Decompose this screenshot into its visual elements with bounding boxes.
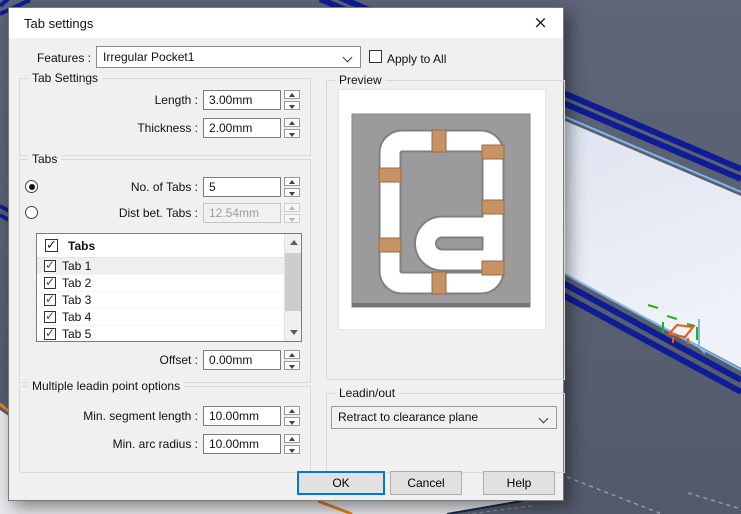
dialog-title: Tab settings bbox=[9, 16, 93, 31]
tab3-label: Tab 3 bbox=[62, 293, 91, 307]
min-arc-spinner bbox=[284, 434, 300, 454]
tab5-label: Tab 5 bbox=[62, 327, 91, 341]
preview-group-title: Preview bbox=[335, 73, 386, 87]
spin-down-icon bbox=[284, 214, 300, 223]
spin-up-icon[interactable] bbox=[284, 90, 300, 99]
tabs-header-label: Tabs bbox=[68, 239, 95, 253]
tabs-list-header: Tabs bbox=[37, 234, 301, 258]
offset-spinner bbox=[284, 350, 300, 370]
spin-down-icon[interactable] bbox=[284, 101, 300, 110]
no-of-tabs-input[interactable]: 5 bbox=[203, 177, 281, 197]
spin-up-icon bbox=[284, 203, 300, 212]
list-item[interactable]: Tab 4 bbox=[37, 309, 301, 326]
tab4-checkbox[interactable] bbox=[44, 311, 56, 323]
tabs-list-scrollbar[interactable] bbox=[284, 234, 301, 341]
tab1-label: Tab 1 bbox=[62, 259, 91, 273]
tab3-checkbox[interactable] bbox=[44, 294, 56, 306]
tab1-checkbox[interactable] bbox=[44, 260, 56, 272]
list-item[interactable]: Tab 1 bbox=[37, 258, 301, 275]
no-of-tabs-radio[interactable] bbox=[25, 180, 38, 193]
min-segment-spinner bbox=[284, 406, 300, 426]
close-icon[interactable]: × bbox=[518, 8, 563, 38]
spin-up-icon[interactable] bbox=[284, 434, 300, 443]
spin-up-icon[interactable] bbox=[284, 406, 300, 415]
features-value: Irregular Pocket1 bbox=[103, 50, 194, 64]
list-item[interactable]: Tab 3 bbox=[37, 292, 301, 309]
length-label: Length : bbox=[69, 90, 198, 110]
dialog-titlebar[interactable]: Tab settings × bbox=[9, 8, 563, 38]
list-item[interactable]: Tab 5 bbox=[37, 326, 301, 342]
spin-down-icon[interactable] bbox=[284, 445, 300, 454]
dist-bet-tabs-spinner bbox=[284, 203, 300, 223]
tabs-group-title: Tabs bbox=[28, 152, 61, 166]
leadin-out-combobox[interactable]: Retract to clearance plane bbox=[331, 406, 557, 429]
ok-button[interactable]: OK bbox=[297, 471, 385, 495]
spin-down-icon[interactable] bbox=[284, 129, 300, 138]
tab2-checkbox[interactable] bbox=[44, 277, 56, 289]
tab5-checkbox[interactable] bbox=[44, 328, 56, 340]
no-of-tabs-label: No. of Tabs : bbox=[69, 177, 198, 197]
tab-settings-dialog: Tab settings × Features : Irregular Pock… bbox=[8, 7, 564, 501]
scroll-up-icon[interactable] bbox=[285, 234, 302, 251]
length-input[interactable]: 3.00mm bbox=[203, 90, 281, 110]
length-spinner bbox=[284, 90, 300, 110]
scroll-down-icon[interactable] bbox=[285, 324, 302, 341]
help-button[interactable]: Help bbox=[483, 471, 555, 495]
thickness-input[interactable]: 2.00mm bbox=[203, 118, 281, 138]
spin-down-icon[interactable] bbox=[284, 417, 300, 426]
leadin-out-value: Retract to clearance plane bbox=[338, 410, 478, 424]
spin-down-icon[interactable] bbox=[284, 361, 300, 370]
leadin-out-title: Leadin/out bbox=[335, 386, 399, 400]
tab4-label: Tab 4 bbox=[62, 310, 91, 324]
spin-up-icon[interactable] bbox=[284, 118, 300, 127]
cancel-button[interactable]: Cancel bbox=[390, 471, 462, 495]
apply-to-all-label: Apply to All bbox=[387, 49, 446, 69]
list-item[interactable]: Tab 2 bbox=[37, 275, 301, 292]
min-segment-label: Min. segment length : bbox=[39, 406, 198, 426]
offset-input[interactable]: 0.00mm bbox=[203, 350, 281, 370]
no-of-tabs-spinner bbox=[284, 177, 300, 197]
preview-image bbox=[339, 90, 545, 329]
dist-bet-tabs-radio[interactable] bbox=[25, 206, 38, 219]
chevron-down-icon bbox=[539, 414, 549, 424]
preview-panel bbox=[338, 89, 546, 330]
spin-up-icon[interactable] bbox=[284, 177, 300, 186]
part-surface-bottom bbox=[8, 501, 522, 514]
chevron-down-icon bbox=[343, 53, 353, 63]
tab2-label: Tab 2 bbox=[62, 276, 91, 290]
thickness-spinner bbox=[284, 118, 300, 138]
dist-bet-tabs-label: Dist bet. Tabs : bbox=[69, 203, 198, 223]
thickness-label: Thickness : bbox=[69, 118, 198, 138]
apply-to-all-checkbox[interactable] bbox=[369, 50, 382, 63]
spin-down-icon[interactable] bbox=[284, 188, 300, 197]
tab-settings-group-title: Tab Settings bbox=[28, 71, 102, 85]
tabs-header-checkbox[interactable] bbox=[45, 239, 58, 252]
scrollbar-thumb[interactable] bbox=[285, 253, 302, 311]
features-combobox[interactable]: Irregular Pocket1 bbox=[96, 46, 361, 68]
leadin-options-group: Multiple leadin point options bbox=[19, 386, 311, 473]
min-arc-input[interactable]: 10.00mm bbox=[203, 434, 281, 454]
features-label: Features : bbox=[27, 48, 91, 68]
min-segment-input[interactable]: 10.00mm bbox=[203, 406, 281, 426]
min-arc-label: Min. arc radius : bbox=[39, 434, 198, 454]
leadin-options-title: Multiple leadin point options bbox=[28, 379, 184, 393]
dist-bet-tabs-input: 12.54mm bbox=[203, 203, 281, 223]
offset-label: Offset : bbox=[69, 350, 198, 370]
tabs-list: Tabs Tab 1 Tab 2 Tab 3 Tab 4 Tab 5 bbox=[36, 233, 302, 342]
leadin-out-group: Leadin/out bbox=[326, 393, 565, 473]
spin-up-icon[interactable] bbox=[284, 350, 300, 359]
